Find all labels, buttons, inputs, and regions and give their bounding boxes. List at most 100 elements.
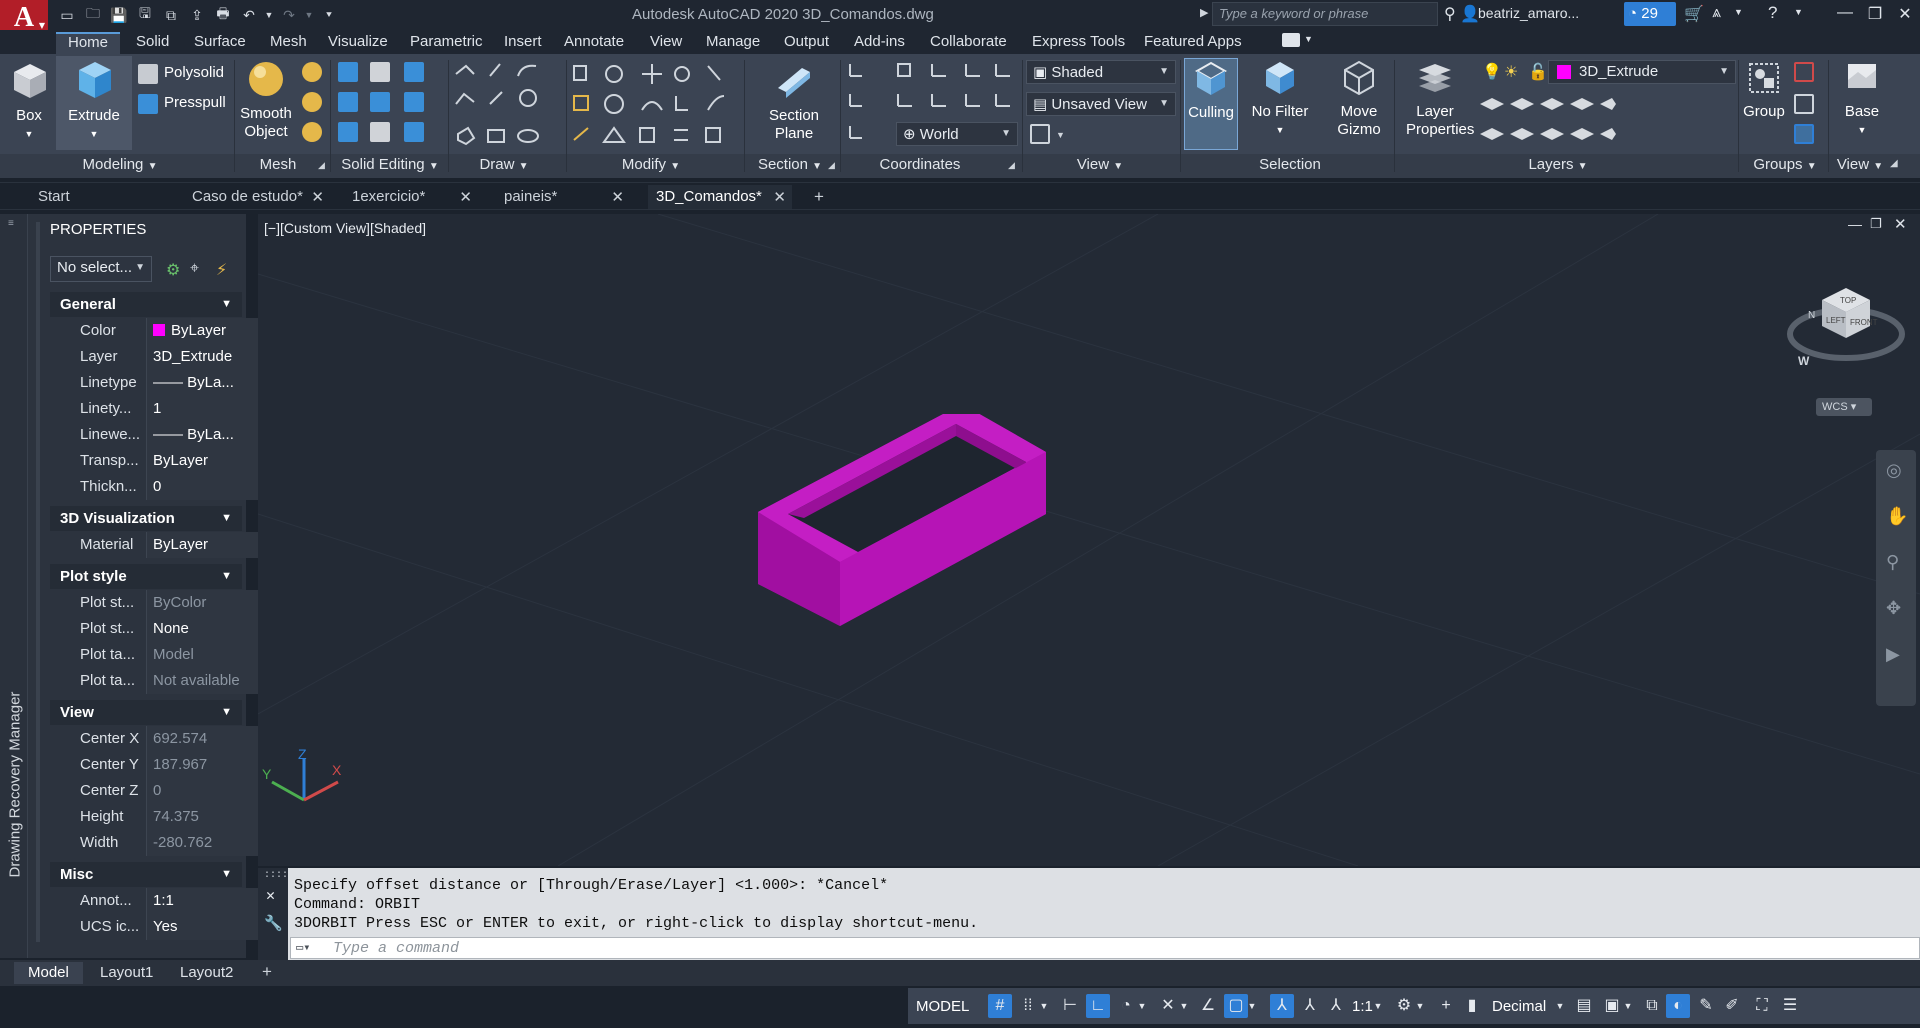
chevron-down-icon[interactable]: ▼ [1414,994,1426,1018]
mesh-convert-icon[interactable] [302,92,322,112]
ungroup-icon[interactable] [1794,62,1814,82]
palette-grip[interactable] [36,222,40,942]
doc-tab-caso-de-estudo[interactable]: Caso de estudo* ✕ [184,185,330,209]
customize-qat-icon[interactable]: ⯆ [318,4,340,26]
save-as-icon[interactable]: 🖫 [134,4,156,26]
save-web-icon[interactable]: ⇪ [186,4,208,26]
tab-home[interactable]: Home [56,32,121,54]
tab-visualize[interactable]: Visualize [316,32,400,54]
tab-add-ins[interactable]: Add-ins [842,32,917,54]
select-objects-icon[interactable]: ⌖ [190,260,199,278]
viewcube-top-label[interactable]: TOP [1840,296,1856,305]
object-snap-tracking-icon[interactable]: ∠ [1196,994,1220,1018]
group-selection-icon[interactable] [1794,124,1814,144]
layout-tab-model[interactable]: Model [14,962,83,984]
units-value[interactable]: Decimal [1492,998,1546,1015]
open-web-icon[interactable]: ⧉ [160,4,182,26]
group-edit-icon[interactable] [1794,94,1814,114]
lightbulb-icon[interactable]: 💡 [1482,62,1502,82]
section-plot-style[interactable]: Plot style ▼ [50,564,242,589]
clean-screen-icon[interactable]: ✎ [1694,994,1718,1018]
command-prompt-icon[interactable]: ▭▾ [296,940,310,955]
smooth-object-button[interactable]: Smooth Object [238,58,294,150]
redo-dropdown-icon[interactable]: ▼ [304,4,314,26]
plot-icon[interactable]: 🖶 [212,4,234,26]
viewport-restore-icon[interactable]: ❐ [1870,216,1882,232]
tab-express-tools[interactable]: Express Tools [1020,32,1137,54]
panel-label-layers[interactable]: Layers ▼ [1508,156,1608,176]
subtract-icon[interactable] [370,62,390,82]
help-search-input[interactable]: Type a keyword or phrase [1212,2,1438,26]
tab-featured-apps[interactable]: Featured Apps [1132,32,1254,54]
viewport-config-icon[interactable] [1030,124,1050,144]
isodraft-icon[interactable]: ✕ [1156,994,1180,1018]
user-icon[interactable]: 👤 [1460,4,1480,24]
prop-row[interactable]: Plot st... ByColor [50,590,268,616]
annotation-monitor-icon[interactable]: + [1434,994,1458,1018]
close-icon[interactable]: ✕ [459,188,472,206]
drawing-viewport[interactable]: [−][Custom View][Shaded] — ❐ ✕ Z Y X TOP… [258,214,1920,866]
tab-surface[interactable]: Surface [182,32,258,54]
workspace-gear-icon[interactable]: ⚙ [1392,994,1416,1018]
tab-solid[interactable]: Solid [124,32,181,54]
orbit-icon[interactable]: ✥ [1886,598,1901,619]
slice-icon[interactable] [370,92,390,112]
polysolid-button[interactable]: Polysolid [164,64,224,81]
hardware-acceleration-icon[interactable]: ◐ [1666,994,1690,1018]
toggle-pickadd-icon[interactable]: ⚙ [166,260,180,280]
unlock-icon[interactable]: 🔓 [1528,62,1548,82]
chevron-right-icon[interactable]: ▶ [1200,6,1208,19]
binoculars-icon[interactable]: ⚲ [1444,4,1456,24]
annotation-scale-icon[interactable]: ⅄ [1324,994,1348,1018]
prop-row[interactable]: Material ByLayer [50,532,268,558]
save-icon[interactable]: 💾 [108,4,130,26]
prop-row[interactable]: Center Y 187.967 [50,752,268,778]
section-plane-button[interactable]: Section Plane [754,58,834,150]
chevron-down-icon[interactable]: ▼ [1178,994,1190,1018]
prop-row[interactable]: Annot... 1:1 [50,888,268,914]
restore-button[interactable]: ❐ [1860,4,1890,26]
showmotion-icon[interactable]: ▶ [1886,644,1900,665]
culling-button[interactable]: Culling [1184,58,1238,150]
customization-menu-icon[interactable]: ☰ [1778,994,1802,1018]
lock-ui-icon[interactable]: ▣ [1600,994,1624,1018]
tab-manage[interactable]: Manage [694,32,772,54]
chevron-down-icon[interactable]: ▼ [1304,34,1313,44]
drawing-recovery-strip[interactable]: ≡ Drawing Recovery Manager [0,214,28,958]
panel-label-modify[interactable]: Modify ▼ [596,156,706,176]
tab-view[interactable]: View [638,32,694,54]
annotation-scale-value[interactable]: 1:1 [1352,998,1373,1015]
fullscreen-icon[interactable]: ⛶ [1750,994,1774,1018]
tab-parametric[interactable]: Parametric [398,32,495,54]
drawing-recovery-manager-label[interactable]: Drawing Recovery Manager [7,648,24,878]
layout-tab-layout1[interactable]: Layout1 [86,962,167,984]
mesh-box-icon[interactable] [302,62,322,82]
prop-row[interactable]: Linety... 1 [50,396,268,422]
chevron-down-icon[interactable]: ▼ [1038,994,1050,1018]
close-icon[interactable]: ✕ [773,188,786,206]
new-tab-plus-icon[interactable]: + [814,187,824,207]
union-icon[interactable] [338,62,358,82]
sun-icon[interactable]: ☀ [1504,62,1518,82]
section-general[interactable]: General ▼ [50,292,242,317]
viewcube-front-label[interactable]: FRONT [1850,318,1878,327]
close-icon[interactable]: ✕ [611,188,624,206]
command-input[interactable]: Type a command [290,937,1920,959]
grip-icon[interactable]: :::: [264,870,288,881]
prop-row[interactable]: Center X 692.574 [50,726,268,752]
selection-combo[interactable]: No select... ▼ [50,256,152,282]
chevron-down-icon[interactable]: ▼ [1622,994,1634,1018]
extruded-solid[interactable] [748,414,1068,674]
chevron-down-icon[interactable]: ▼ [1372,994,1384,1018]
ribbon-state-icon[interactable] [1282,33,1300,47]
prop-row[interactable]: Plot st... None [50,616,268,642]
panel-label-draw[interactable]: Draw ▼ [454,156,554,176]
chevron-down-icon[interactable]: ▼ [1136,994,1148,1018]
ucs-combo[interactable]: ⊕ World ▼ [896,122,1018,146]
ortho-icon[interactable]: ∟ [1086,994,1110,1018]
tab-insert[interactable]: Insert [492,32,554,54]
viewport-close-icon[interactable]: ✕ [1894,215,1907,233]
layer-combo[interactable]: 3D_Extrude ▼ [1548,60,1736,84]
close-icon[interactable]: ✕ [311,188,324,206]
prop-row[interactable]: Plot ta... Not available [50,668,268,694]
